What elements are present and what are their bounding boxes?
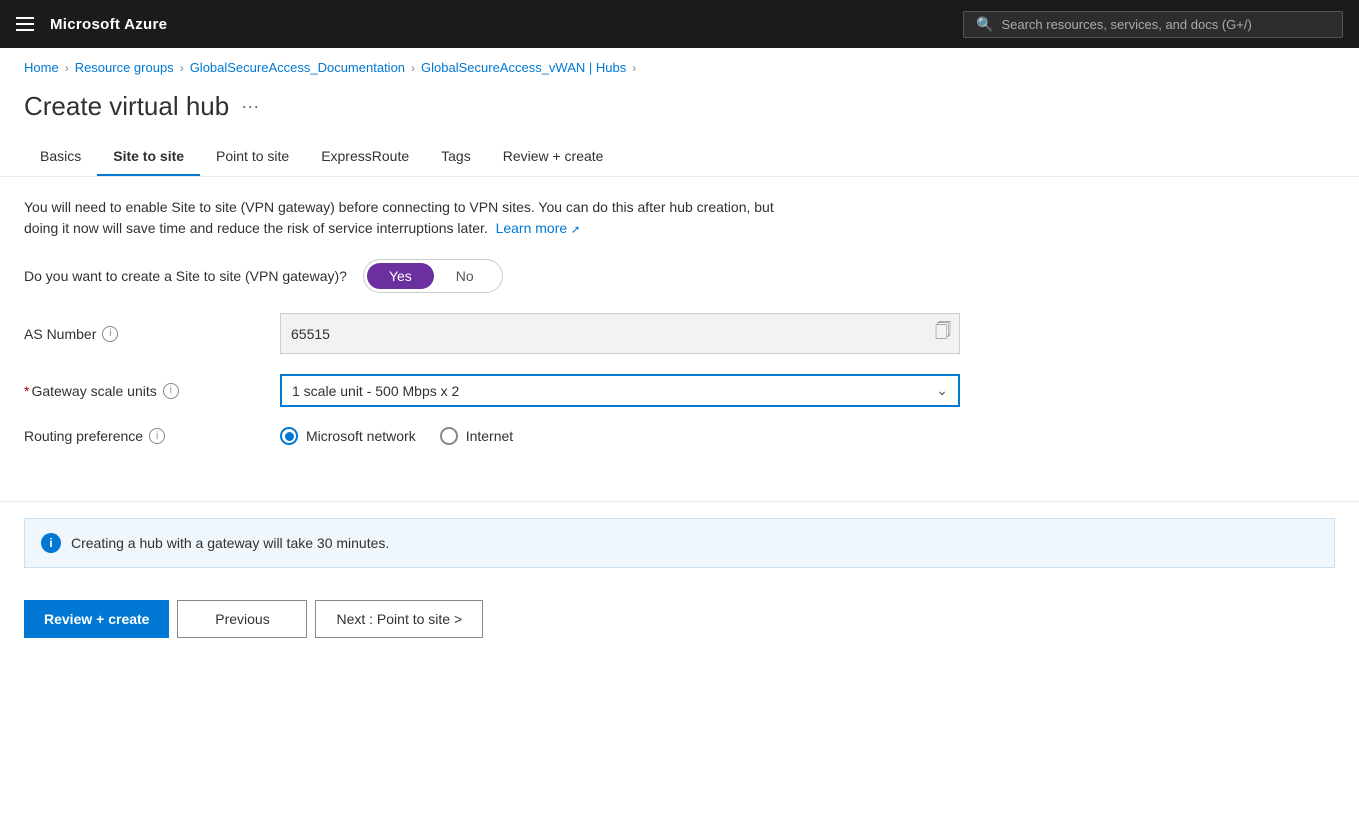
gateway-scale-label: *Gateway scale units i [24,383,264,399]
breadcrumb: Home › Resource groups › GlobalSecureAcc… [0,48,1359,83]
footer: Review + create Previous Next : Point to… [0,584,1359,654]
tab-tags[interactable]: Tags [425,138,487,176]
routing-radio-group: Microsoft network Internet [280,427,513,445]
vpn-no-option[interactable]: No [434,263,496,289]
gateway-scale-info-icon[interactable]: i [163,383,179,399]
breadcrumb-resource-groups[interactable]: Resource groups [75,60,174,75]
vpn-gateway-label: Do you want to create a Site to site (VP… [24,268,347,284]
info-banner-text: Creating a hub with a gateway will take … [71,535,389,551]
external-link-icon: ➚ [571,224,580,236]
as-number-label: AS Number i [24,326,264,342]
routing-info-icon[interactable]: i [149,428,165,444]
more-options-icon[interactable]: ··· [241,96,259,117]
routing-preference-row: Routing preference i Microsoft network I… [24,427,1335,445]
breadcrumb-vwan[interactable]: GlobalSecureAccess_vWAN | Hubs [421,60,626,75]
page-title: Create virtual hub [24,91,229,122]
breadcrumb-sep-4: › [632,61,636,75]
vpn-yes-option[interactable]: Yes [367,263,434,289]
vpn-gateway-row: Do you want to create a Site to site (VP… [24,259,1335,293]
routing-microsoft-option[interactable]: Microsoft network [280,427,416,445]
breadcrumb-sep-1: › [65,61,69,75]
routing-microsoft-radio-inner [285,432,294,441]
menu-icon[interactable] [16,17,34,31]
vpn-toggle[interactable]: Yes No [363,259,503,293]
learn-more-link[interactable]: Learn more ➚ [496,220,581,236]
as-number-row: AS Number i 🗍 [24,313,1335,354]
content-divider [0,501,1359,502]
info-banner-icon: i [41,533,61,553]
gateway-scale-select[interactable]: 1 scale unit - 500 Mbps x 2 2 scale unit… [282,377,926,405]
routing-microsoft-label: Microsoft network [306,428,416,444]
routing-internet-option[interactable]: Internet [440,427,513,445]
topbar: Microsoft Azure 🔍 [0,0,1359,48]
tab-review-create[interactable]: Review + create [487,138,620,176]
next-button[interactable]: Next : Point to site > [315,600,483,638]
app-title: Microsoft Azure [50,16,167,33]
info-banner: i Creating a hub with a gateway will tak… [24,518,1335,568]
breadcrumb-documentation[interactable]: GlobalSecureAccess_Documentation [190,60,405,75]
previous-button[interactable]: Previous [177,600,307,638]
tab-point-to-site[interactable]: Point to site [200,138,305,176]
as-number-input-wrapper: 🗍 [280,313,960,354]
gateway-scale-row: *Gateway scale units i 1 scale unit - 50… [24,374,1335,407]
breadcrumb-sep-3: › [411,61,415,75]
routing-label: Routing preference i [24,428,264,444]
dropdown-arrow-icon: ⌄ [926,376,958,405]
tab-site-to-site[interactable]: Site to site [97,138,200,176]
info-text: You will need to enable Site to site (VP… [24,197,784,239]
routing-internet-label: Internet [466,428,513,444]
search-input[interactable] [1001,17,1330,32]
search-bar[interactable]: 🔍 [963,11,1343,38]
search-icon: 🔍 [976,16,993,33]
tab-bar: Basics Site to site Point to site Expres… [0,138,1359,177]
page-header: Create virtual hub ··· [0,83,1359,138]
routing-microsoft-radio[interactable] [280,427,298,445]
gateway-scale-dropdown-wrapper[interactable]: 1 scale unit - 500 Mbps x 2 2 scale unit… [280,374,960,407]
tab-expressroute[interactable]: ExpressRoute [305,138,425,176]
tab-content: You will need to enable Site to site (VP… [0,177,1359,485]
routing-internet-radio[interactable] [440,427,458,445]
copy-icon[interactable]: 🗍 [927,314,959,353]
breadcrumb-sep-2: › [180,61,184,75]
as-number-info-icon[interactable]: i [102,326,118,342]
as-number-input[interactable] [281,320,927,348]
tab-basics[interactable]: Basics [24,138,97,176]
breadcrumb-home[interactable]: Home [24,60,59,75]
main-content: Home › Resource groups › GlobalSecureAcc… [0,48,1359,822]
review-create-button[interactable]: Review + create [24,600,169,638]
